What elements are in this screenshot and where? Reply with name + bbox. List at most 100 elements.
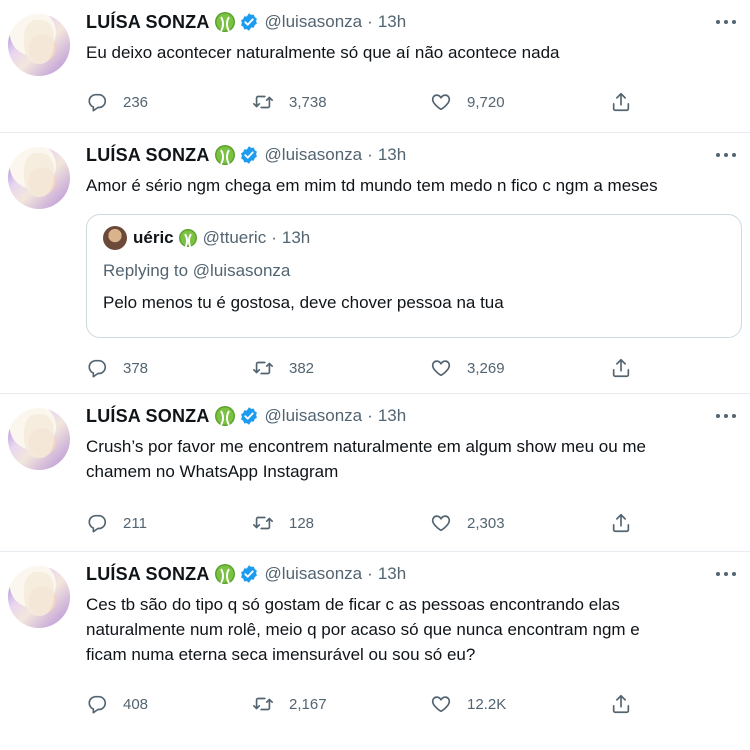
reply-icon: [86, 91, 108, 113]
avatar[interactable]: [8, 14, 70, 76]
separator-dot: ·: [367, 12, 373, 31]
replying-to: Replying to @luisasonza: [103, 261, 290, 281]
tweet-header: LUÍSA SONZA @luisasonza · 13h: [86, 404, 406, 428]
tweet-header: LUÍSA SONZA @luisasonza · 13h: [86, 10, 406, 34]
like-count: 2,303: [467, 514, 505, 532]
author-handle[interactable]: @luisasonza: [265, 12, 363, 32]
replying-label: Replying to: [103, 261, 189, 280]
retweet-button[interactable]: 382: [252, 355, 314, 381]
like-count: 9,720: [467, 93, 505, 111]
quoted-tweet-text: Pelo menos tu é gostosa, deve chover pes…: [103, 293, 504, 312]
reply-button[interactable]: 236: [86, 89, 148, 115]
tweet-actions: 378 382 3,269: [86, 355, 646, 381]
quoted-author-name: uéric: [133, 228, 174, 247]
avatar[interactable]: [8, 566, 70, 628]
share-button[interactable]: [610, 89, 632, 115]
retweet-count: 382: [289, 359, 315, 377]
quoted-tweet[interactable]: uéric @ttueric · 13h Replying to @luisas…: [86, 214, 742, 338]
heart-icon: [430, 693, 452, 715]
tennis-ball-icon: [214, 12, 235, 34]
like-button[interactable]: 2,303: [430, 510, 505, 536]
author-name[interactable]: LUÍSA SONZA: [86, 145, 210, 166]
tweet[interactable]: LUÍSA SONZA @luisasonza · 13h Crush’s po…: [0, 394, 750, 552]
share-button[interactable]: [610, 510, 632, 536]
author-name[interactable]: LUÍSA SONZA: [86, 564, 210, 585]
heart-icon: [430, 512, 452, 534]
author-handle[interactable]: @luisasonza: [265, 564, 363, 584]
verified-badge-icon: [239, 564, 259, 584]
retweet-count: 3,738: [289, 93, 327, 111]
tweet-text: Amor é sério ngm chega em mim td mundo t…: [86, 176, 658, 195]
tweet-text-line: Ces tb são do tipo q só gostam de ficar …: [86, 595, 620, 614]
tweet-text: Crush’s por favor me encontrem naturalme…: [86, 434, 732, 484]
author-handle[interactable]: @luisasonza: [265, 145, 363, 165]
retweet-icon: [252, 91, 274, 113]
reply-icon: [86, 693, 108, 715]
tweet[interactable]: LUÍSA SONZA @luisasonza · 13h Eu deixo a…: [0, 0, 750, 133]
reply-count: 408: [123, 695, 149, 713]
reply-button[interactable]: 211: [86, 510, 147, 536]
timestamp[interactable]: 13h: [378, 12, 406, 32]
tweet-text: Ces tb são do tipo q só gostam de ficar …: [86, 592, 732, 667]
avatar[interactable]: [8, 147, 70, 209]
reply-button[interactable]: 378: [86, 355, 148, 381]
reply-icon: [86, 512, 108, 534]
timestamp[interactable]: 13h: [378, 564, 406, 584]
share-icon: [610, 512, 632, 534]
retweet-count: 2,167: [289, 695, 327, 713]
tweet-header: LUÍSA SONZA @luisasonza · 13h: [86, 562, 406, 586]
timestamp[interactable]: 13h: [378, 406, 406, 426]
like-count: 12.2K: [467, 695, 507, 713]
separator-dot: ·: [367, 564, 373, 583]
author-name[interactable]: LUÍSA SONZA: [86, 406, 210, 427]
retweet-button[interactable]: 2,167: [252, 691, 327, 717]
quoted-timestamp: 13h: [281, 228, 311, 247]
reply-button[interactable]: 408: [86, 691, 148, 717]
tennis-ball-icon: [178, 229, 197, 251]
timestamp[interactable]: 13h: [378, 145, 406, 165]
tennis-ball-icon: [214, 564, 235, 586]
more-options-icon[interactable]: [716, 20, 736, 26]
retweet-button[interactable]: 3,738: [252, 89, 327, 115]
retweet-icon: [252, 512, 274, 534]
heart-icon: [430, 357, 452, 379]
more-options-icon[interactable]: [716, 414, 736, 420]
tweet-text-line: chamem no WhatsApp Instagram: [86, 462, 339, 481]
author-handle[interactable]: @luisasonza: [265, 406, 363, 426]
separator-dot: ·: [367, 145, 373, 164]
verified-badge-icon: [239, 145, 259, 165]
like-button[interactable]: 9,720: [430, 89, 505, 115]
replying-mention[interactable]: @luisasonza: [193, 261, 291, 280]
avatar[interactable]: [8, 408, 70, 470]
tennis-ball-icon: [214, 406, 235, 428]
like-button[interactable]: 3,269: [430, 355, 505, 381]
more-options-icon[interactable]: [716, 572, 736, 578]
share-button[interactable]: [610, 691, 632, 717]
quoted-avatar: [103, 226, 127, 250]
tweet-text: Eu deixo acontecer naturalmente só que a…: [86, 43, 560, 62]
reply-count: 236: [123, 93, 149, 111]
retweet-button[interactable]: 128: [252, 510, 314, 536]
author-name[interactable]: LUÍSA SONZA: [86, 12, 210, 33]
separator-dot: ·: [367, 406, 373, 425]
more-options-icon[interactable]: [716, 153, 736, 159]
tweet-actions: 211 128 2,303: [86, 510, 646, 536]
reply-icon: [86, 357, 108, 379]
tweet-actions: 408 2,167 12.2K: [86, 691, 646, 717]
tennis-ball-icon: [214, 145, 235, 167]
share-icon: [610, 693, 632, 715]
tweet-header: LUÍSA SONZA @luisasonza · 13h: [86, 143, 406, 167]
retweet-icon: [252, 357, 274, 379]
quoted-author-handle: @ttueric: [202, 228, 267, 247]
reply-count: 211: [123, 514, 147, 532]
retweet-icon: [252, 693, 274, 715]
tweet[interactable]: LUÍSA SONZA @luisasonza · 13h Amor é sér…: [0, 133, 750, 394]
heart-icon: [430, 91, 452, 113]
share-button[interactable]: [610, 355, 632, 381]
like-button[interactable]: 12.2K: [430, 691, 506, 717]
tweet-text-line: ficam numa eterna seca imensurável ou so…: [86, 645, 476, 664]
reply-count: 378: [123, 359, 149, 377]
tweet[interactable]: LUÍSA SONZA @luisasonza · 13h Ces tb são…: [0, 552, 750, 750]
share-icon: [610, 357, 632, 379]
tweet-text-line: Crush’s por favor me encontrem naturalme…: [86, 437, 646, 456]
